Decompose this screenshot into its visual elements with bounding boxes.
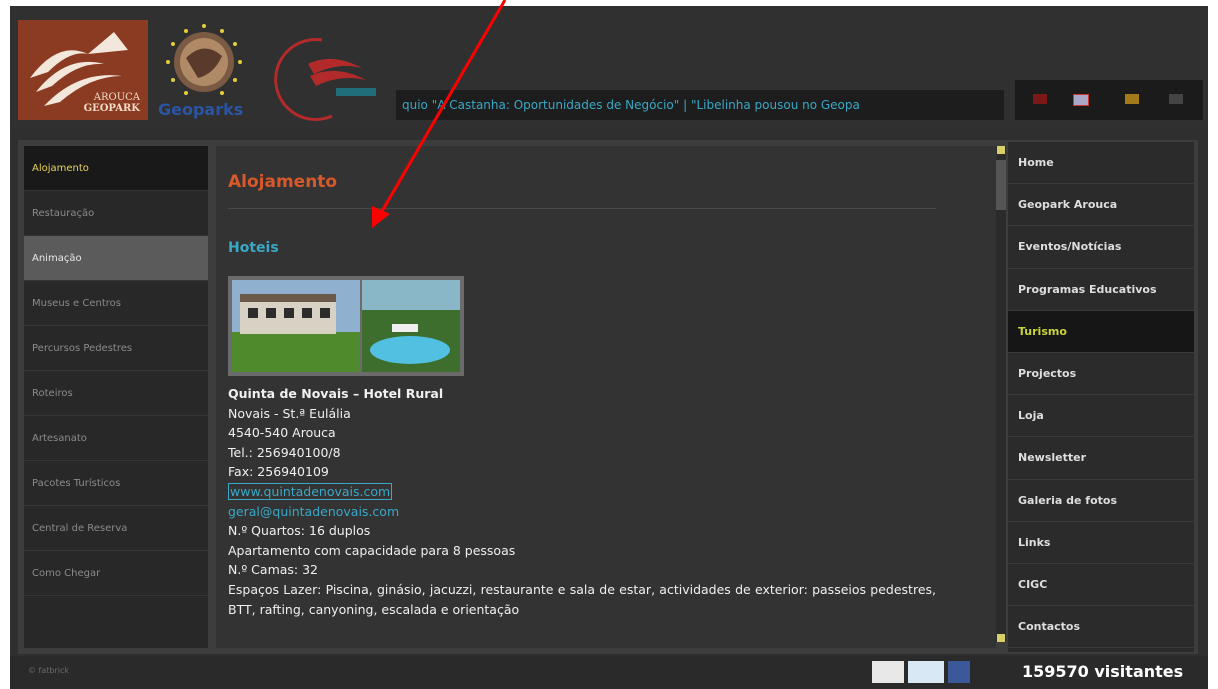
nav-item-geopark-arouca[interactable]: Geopark Arouca	[1008, 184, 1194, 227]
hotel-website-link[interactable]: www.quintadenovais.com	[228, 482, 393, 500]
flag-es-icon[interactable]	[1125, 94, 1139, 104]
page-frame: AROUCA GEOPARK Geoparks quio "A Castanha…	[10, 6, 1208, 689]
flag-de-icon[interactable]	[1169, 94, 1183, 104]
page-title: Alojamento	[228, 172, 338, 192]
hotel-beds: N.º Camas: 32	[228, 562, 319, 578]
nav-item-newsletter[interactable]: Newsletter	[1008, 437, 1194, 480]
content-scrollbar[interactable]	[996, 146, 1006, 642]
site-header: AROUCA GEOPARK Geoparks quio "A Castanha…	[10, 6, 1208, 128]
hotel-apartment: Apartamento com capacidade para 8 pessoa…	[228, 542, 516, 558]
nav-item-programas[interactable]: Programas Educativos	[1008, 269, 1194, 311]
hotel-photo-thumbnails[interactable]	[232, 280, 460, 372]
subnav-item-museus[interactable]: Museus e Centros	[24, 281, 208, 326]
arouca-geopark-logo[interactable]: AROUCA GEOPARK	[18, 20, 148, 120]
subnav-item-artesanato[interactable]: Artesanato	[24, 416, 208, 461]
logo-line-2: GEOPARK	[83, 103, 140, 114]
facebook-icon[interactable]	[948, 661, 970, 683]
footer-credit[interactable]: © fatbrick	[28, 666, 69, 675]
hotel-fax: Fax: 256940109	[228, 464, 329, 480]
hotel-rooms: N.º Quartos: 16 duplos	[228, 523, 371, 539]
nav-item-projectos[interactable]: Projectos	[1008, 353, 1194, 396]
scroll-down-icon[interactable]	[997, 634, 1005, 642]
hotel-name: Quinta de Novais – Hotel Rural	[228, 386, 444, 401]
unesco-partner-logo[interactable]	[262, 34, 382, 124]
subnav-item-central-reserva[interactable]: Central de Reserva	[24, 506, 208, 551]
partner-badge-icon[interactable]	[872, 661, 904, 683]
subnav-item-restauracao[interactable]: Restauração	[24, 191, 208, 236]
language-selector	[1015, 80, 1203, 120]
flag-uk-icon[interactable]	[1073, 94, 1089, 106]
subnav-item-roteiros[interactable]: Roteiros	[24, 371, 208, 416]
tv-badge-icon[interactable]	[908, 661, 944, 683]
news-ticker[interactable]: quio "A Castanha: Oportunidades de Negóc…	[396, 90, 1004, 120]
tourism-subnav: Alojamento Restauração Animação Museus e…	[24, 146, 208, 648]
flag-pt-icon[interactable]	[1033, 94, 1047, 104]
nav-item-cigc[interactable]: CIGC	[1008, 564, 1194, 607]
subnav-item-animacao[interactable]: Animação	[24, 236, 208, 281]
logo-line-1: AROUCA	[93, 92, 140, 103]
hotel-leisure: Espaços Lazer: Piscina, ginásio, jacuzzi…	[228, 581, 936, 617]
content-panel: Alojamento Restauração Animação Museus e…	[18, 140, 1198, 654]
hotel-details: Quinta de Novais – Hotel Rural Novais - …	[228, 384, 968, 619]
nav-item-contactos[interactable]: Contactos	[1008, 606, 1194, 649]
site-footer: © fatbrick 159570 visitantes	[10, 656, 1208, 689]
hotel-photos	[228, 276, 464, 376]
nav-item-galeria[interactable]: Galeria de fotos	[1008, 480, 1194, 522]
scroll-up-icon[interactable]	[997, 146, 1005, 154]
hotel-phone: Tel.: 256940100/8	[228, 444, 341, 460]
scroll-thumb[interactable]	[996, 160, 1006, 210]
ticker-text[interactable]: quio "A Castanha: Oportunidades de Negóc…	[396, 98, 860, 112]
subnav-item-alojamento[interactable]: Alojamento	[24, 146, 208, 191]
subnav-item-percursos[interactable]: Percursos Pedestres	[24, 326, 208, 371]
title-divider	[228, 208, 936, 209]
nav-item-loja[interactable]: Loja	[1008, 395, 1194, 438]
subnav-item-como-chegar[interactable]: Como Chegar	[24, 551, 208, 596]
nav-item-home[interactable]: Home	[1008, 142, 1194, 185]
nav-item-links[interactable]: Links	[1008, 522, 1194, 564]
section-heading: Hoteis	[228, 240, 279, 256]
nav-item-turismo[interactable]: Turismo	[1008, 310, 1194, 353]
main-nav: Home Geopark Arouca Eventos/Notícias Pro…	[1008, 142, 1194, 652]
visitor-counter: 159570 visitantes	[1022, 662, 1184, 681]
hotel-address-line-2: 4540-540 Arouca	[228, 425, 336, 441]
main-content: Alojamento Hoteis Quinta de Novais – Hot…	[216, 146, 996, 648]
footer-badges	[872, 661, 972, 685]
logo-text: AROUCA GEOPARK	[84, 92, 140, 114]
hotel-address-line-1: Novais - St.ª Eulália	[228, 405, 351, 421]
subnav-item-pacotes[interactable]: Pacotes Turísticos	[24, 461, 208, 506]
hotel-email-link[interactable]: geral@quintadenovais.com	[228, 504, 399, 519]
nav-item-eventos[interactable]: Eventos/Notícias	[1008, 226, 1194, 269]
geoparks-text: Geoparks	[158, 100, 244, 119]
